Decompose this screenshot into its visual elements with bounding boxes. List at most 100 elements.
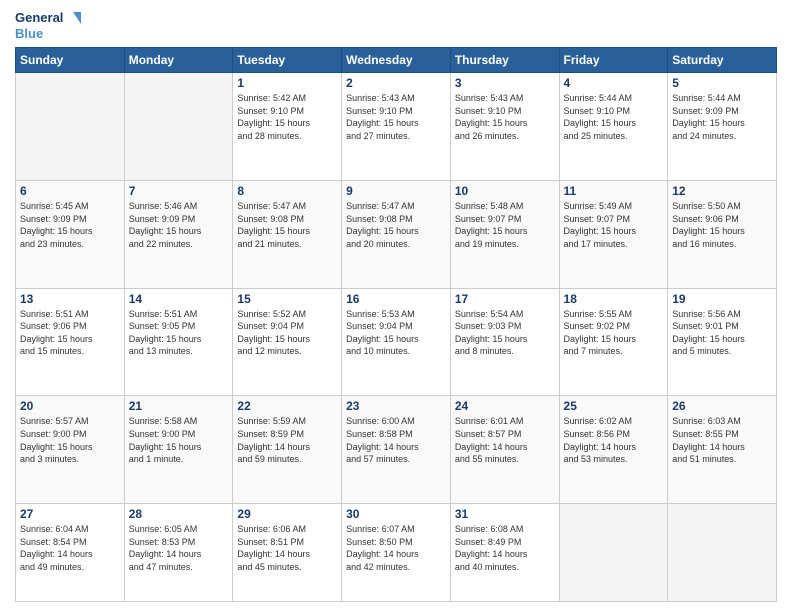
cell-content: Sunrise: 5:56 AM Sunset: 9:01 PM Dayligh… bbox=[672, 308, 772, 358]
cell-content: Sunrise: 5:45 AM Sunset: 9:09 PM Dayligh… bbox=[20, 200, 120, 250]
calendar-cell: 28 Sunrise: 6:05 AM Sunset: 8:53 PM Dayli… bbox=[124, 504, 233, 602]
day-number: 27 bbox=[20, 507, 120, 521]
cell-content: Sunrise: 6:05 AM Sunset: 8:53 PM Dayligh… bbox=[129, 523, 229, 573]
calendar-cell: 16 Sunrise: 5:53 AM Sunset: 9:04 PM Dayli… bbox=[342, 288, 451, 396]
calendar-cell: 11 Sunrise: 5:49 AM Sunset: 9:07 PM Dayli… bbox=[559, 180, 668, 288]
cell-content: Sunrise: 6:04 AM Sunset: 8:54 PM Dayligh… bbox=[20, 523, 120, 573]
calendar-cell bbox=[124, 73, 233, 181]
calendar-cell: 19 Sunrise: 5:56 AM Sunset: 9:01 PM Dayli… bbox=[668, 288, 777, 396]
day-number: 4 bbox=[564, 76, 664, 90]
cell-content: Sunrise: 5:57 AM Sunset: 9:00 PM Dayligh… bbox=[20, 415, 120, 465]
day-number: 17 bbox=[455, 292, 555, 306]
day-number: 14 bbox=[129, 292, 229, 306]
cell-content: Sunrise: 5:54 AM Sunset: 9:03 PM Dayligh… bbox=[455, 308, 555, 358]
cell-content: Sunrise: 5:43 AM Sunset: 9:10 PM Dayligh… bbox=[455, 92, 555, 142]
calendar-cell: 26 Sunrise: 6:03 AM Sunset: 8:55 PM Dayli… bbox=[668, 396, 777, 504]
calendar-cell bbox=[668, 504, 777, 602]
logo-general: General bbox=[15, 10, 63, 26]
calendar-cell: 27 Sunrise: 6:04 AM Sunset: 8:54 PM Dayli… bbox=[16, 504, 125, 602]
calendar-cell: 30 Sunrise: 6:07 AM Sunset: 8:50 PM Dayli… bbox=[342, 504, 451, 602]
day-number: 22 bbox=[237, 399, 337, 413]
day-number: 28 bbox=[129, 507, 229, 521]
cell-content: Sunrise: 6:08 AM Sunset: 8:49 PM Dayligh… bbox=[455, 523, 555, 573]
day-number: 31 bbox=[455, 507, 555, 521]
calendar-week-5: 27 Sunrise: 6:04 AM Sunset: 8:54 PM Dayli… bbox=[16, 504, 777, 602]
cell-content: Sunrise: 5:42 AM Sunset: 9:10 PM Dayligh… bbox=[237, 92, 337, 142]
calendar-cell: 12 Sunrise: 5:50 AM Sunset: 9:06 PM Dayli… bbox=[668, 180, 777, 288]
calendar-table: Sunday Monday Tuesday Wednesday Thursday… bbox=[15, 47, 777, 602]
cell-content: Sunrise: 6:07 AM Sunset: 8:50 PM Dayligh… bbox=[346, 523, 446, 573]
header-wednesday: Wednesday bbox=[342, 48, 451, 73]
cell-content: Sunrise: 5:53 AM Sunset: 9:04 PM Dayligh… bbox=[346, 308, 446, 358]
calendar-cell: 3 Sunrise: 5:43 AM Sunset: 9:10 PM Daylig… bbox=[450, 73, 559, 181]
cell-content: Sunrise: 5:49 AM Sunset: 9:07 PM Dayligh… bbox=[564, 200, 664, 250]
day-number: 18 bbox=[564, 292, 664, 306]
calendar-cell: 9Sunrise: 5:47 AM Sunset: 9:08 PM Daylig… bbox=[342, 180, 451, 288]
calendar-cell: 15Sunrise: 5:52 AM Sunset: 9:04 PM Dayli… bbox=[233, 288, 342, 396]
day-number: 25 bbox=[564, 399, 664, 413]
calendar-cell: 23Sunrise: 6:00 AM Sunset: 8:58 PM Dayli… bbox=[342, 396, 451, 504]
day-number: 19 bbox=[672, 292, 772, 306]
day-number: 23 bbox=[346, 399, 446, 413]
calendar-cell: 4 Sunrise: 5:44 AM Sunset: 9:10 PM Daylig… bbox=[559, 73, 668, 181]
calendar-cell: 24Sunrise: 6:01 AM Sunset: 8:57 PM Dayli… bbox=[450, 396, 559, 504]
cell-content: Sunrise: 5:51 AM Sunset: 9:06 PM Dayligh… bbox=[20, 308, 120, 358]
cell-content: Sunrise: 5:51 AM Sunset: 9:05 PM Dayligh… bbox=[129, 308, 229, 358]
day-number: 12 bbox=[672, 184, 772, 198]
header-tuesday: Tuesday bbox=[233, 48, 342, 73]
calendar-week-4: 20Sunrise: 5:57 AM Sunset: 9:00 PM Dayli… bbox=[16, 396, 777, 504]
day-number: 15 bbox=[237, 292, 337, 306]
calendar-cell: 18 Sunrise: 5:55 AM Sunset: 9:02 PM Dayli… bbox=[559, 288, 668, 396]
day-number: 3 bbox=[455, 76, 555, 90]
cell-content: Sunrise: 5:44 AM Sunset: 9:10 PM Dayligh… bbox=[564, 92, 664, 142]
page: General Blue Sunday Monday Tuesday Wedne… bbox=[0, 0, 792, 612]
calendar-cell: 2Sunrise: 5:43 AM Sunset: 9:10 PM Daylig… bbox=[342, 73, 451, 181]
day-number: 26 bbox=[672, 399, 772, 413]
day-number: 10 bbox=[455, 184, 555, 198]
calendar-cell: 29 Sunrise: 6:06 AM Sunset: 8:51 PM Dayli… bbox=[233, 504, 342, 602]
day-number: 6 bbox=[20, 184, 120, 198]
header-monday: Monday bbox=[124, 48, 233, 73]
cell-content: Sunrise: 6:02 AM Sunset: 8:56 PM Dayligh… bbox=[564, 415, 664, 465]
day-number: 1 bbox=[237, 76, 337, 90]
calendar-cell: 6 Sunrise: 5:45 AM Sunset: 9:09 PM Daylig… bbox=[16, 180, 125, 288]
calendar-cell: 21Sunrise: 5:58 AM Sunset: 9:00 PM Dayli… bbox=[124, 396, 233, 504]
cell-content: Sunrise: 5:44 AM Sunset: 9:09 PM Dayligh… bbox=[672, 92, 772, 142]
cell-content: Sunrise: 5:47 AM Sunset: 9:08 PM Dayligh… bbox=[346, 200, 446, 250]
day-number: 21 bbox=[129, 399, 229, 413]
calendar-week-3: 13Sunrise: 5:51 AM Sunset: 9:06 PM Dayli… bbox=[16, 288, 777, 396]
header-sunday: Sunday bbox=[16, 48, 125, 73]
cell-content: Sunrise: 5:59 AM Sunset: 8:59 PM Dayligh… bbox=[237, 415, 337, 465]
calendar-cell: 8Sunrise: 5:47 AM Sunset: 9:08 PM Daylig… bbox=[233, 180, 342, 288]
cell-content: Sunrise: 5:50 AM Sunset: 9:06 PM Dayligh… bbox=[672, 200, 772, 250]
calendar-cell: 10 Sunrise: 5:48 AM Sunset: 9:07 PM Dayli… bbox=[450, 180, 559, 288]
header-saturday: Saturday bbox=[668, 48, 777, 73]
cell-content: Sunrise: 6:03 AM Sunset: 8:55 PM Dayligh… bbox=[672, 415, 772, 465]
calendar-cell: 22 Sunrise: 5:59 AM Sunset: 8:59 PM Dayli… bbox=[233, 396, 342, 504]
cell-content: Sunrise: 5:55 AM Sunset: 9:02 PM Dayligh… bbox=[564, 308, 664, 358]
day-number: 11 bbox=[564, 184, 664, 198]
day-number: 24 bbox=[455, 399, 555, 413]
calendar-cell: 13Sunrise: 5:51 AM Sunset: 9:06 PM Dayli… bbox=[16, 288, 125, 396]
logo-chevron-icon bbox=[65, 12, 81, 24]
day-number: 7 bbox=[129, 184, 229, 198]
calendar-cell: 14 Sunrise: 5:51 AM Sunset: 9:05 PM Dayli… bbox=[124, 288, 233, 396]
calendar-cell bbox=[559, 504, 668, 602]
calendar-cell: 5Sunrise: 5:44 AM Sunset: 9:09 PM Daylig… bbox=[668, 73, 777, 181]
header-friday: Friday bbox=[559, 48, 668, 73]
calendar-week-1: 1 Sunrise: 5:42 AM Sunset: 9:10 PM Daylig… bbox=[16, 73, 777, 181]
cell-content: Sunrise: 5:48 AM Sunset: 9:07 PM Dayligh… bbox=[455, 200, 555, 250]
calendar-cell: 7 Sunrise: 5:46 AM Sunset: 9:09 PM Daylig… bbox=[124, 180, 233, 288]
day-number: 16 bbox=[346, 292, 446, 306]
calendar-cell: 20Sunrise: 5:57 AM Sunset: 9:00 PM Dayli… bbox=[16, 396, 125, 504]
day-number: 29 bbox=[237, 507, 337, 521]
calendar-cell: 25 Sunrise: 6:02 AM Sunset: 8:56 PM Dayli… bbox=[559, 396, 668, 504]
cell-content: Sunrise: 6:06 AM Sunset: 8:51 PM Dayligh… bbox=[237, 523, 337, 573]
calendar-cell: 17 Sunrise: 5:54 AM Sunset: 9:03 PM Dayli… bbox=[450, 288, 559, 396]
header-thursday: Thursday bbox=[450, 48, 559, 73]
header: General Blue bbox=[15, 10, 777, 41]
day-number: 30 bbox=[346, 507, 446, 521]
logo: General Blue bbox=[15, 10, 81, 41]
cell-content: Sunrise: 5:47 AM Sunset: 9:08 PM Dayligh… bbox=[237, 200, 337, 250]
cell-content: Sunrise: 5:46 AM Sunset: 9:09 PM Dayligh… bbox=[129, 200, 229, 250]
